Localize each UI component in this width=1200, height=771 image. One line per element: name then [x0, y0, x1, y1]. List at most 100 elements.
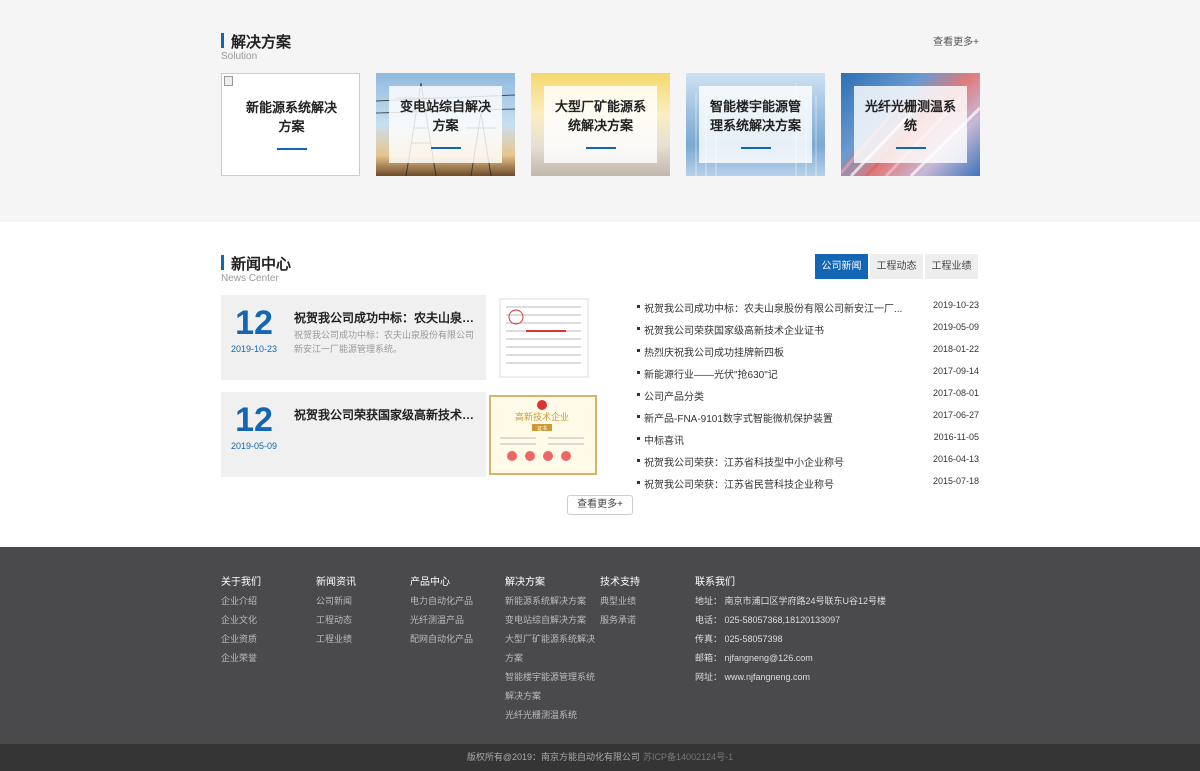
footer-link[interactable]: 智能楼宇能源管理系统 [505, 668, 595, 687]
footer-link[interactable]: 配网自动化产品 [410, 630, 473, 649]
footer-col-support: 技术支持 典型业绩 服务承诺 [600, 573, 640, 630]
footer-link[interactable]: 企业介绍 [221, 592, 261, 611]
footer-link[interactable]: 企业荣誉 [221, 649, 261, 668]
list-item-title[interactable]: 公司产品分类 [644, 388, 906, 403]
card-underline [896, 147, 926, 149]
list-item-title[interactable]: 祝贺我公司成功中标：农夫山泉股份有限公司新安江一厂... [644, 300, 906, 315]
bullet [637, 481, 640, 484]
tab-project-updates[interactable]: 工程动态 [870, 254, 923, 279]
featured-document-image[interactable] [486, 295, 598, 380]
list-item[interactable]: 新产品-FNA-9101数字式智能微机保护装置 2017-06-27 [637, 408, 979, 426]
contact-address: 地址： 南京市浦口区学府路24号联东U谷12号楼 [695, 596, 887, 606]
list-item[interactable]: 中标喜讯 2016-11-05 [637, 430, 979, 448]
list-item[interactable]: 公司产品分类 2017-08-01 [637, 386, 979, 404]
card-title: 新能源系统解决 方案 [245, 100, 337, 134]
copyright-bar: 版权所有@2019：南京方能自动化有限公司 苏ICP备14002124号-1 [0, 744, 1200, 771]
icp-link[interactable]: 苏ICP备14002124号-1 [643, 752, 733, 762]
footer-link[interactable]: 企业文化 [221, 611, 261, 630]
list-item-title[interactable]: 祝贺我公司荣获：江苏省民营科技企业称号 [644, 476, 906, 491]
broken-image-icon [224, 76, 233, 86]
list-item-title[interactable]: 祝贺我公司荣获：江苏省科技型中小企业称号 [644, 454, 906, 469]
footer-col-products: 产品中心 电力自动化产品 光纤测温产品 配网自动化产品 [410, 573, 473, 649]
list-item[interactable]: 新能源行业——光伏"抢630"记 2017-09-14 [637, 364, 979, 382]
news-section: 新闻中心 News Center 公司新闻 工程动态 工程业绩 12 2019-… [0, 222, 1200, 547]
featured-day: 12 [235, 401, 273, 439]
solutions-more-link[interactable]: 查看更多+ [933, 33, 979, 48]
footer-col-contact: 联系我们 地址： 南京市浦口区学府路24号联东U谷12号楼 电话： 025-58… [695, 573, 886, 687]
featured-news-item[interactable]: 12 2019-05-09 祝贺我公司荣获国家级高新技术企... [221, 392, 486, 477]
news-subtitle: News Center [221, 273, 279, 284]
solution-card-substation[interactable]: 变电站综自解决 方案 [376, 73, 515, 176]
featured-title[interactable]: 祝贺我公司荣获国家级高新技术企... [294, 406, 480, 423]
solution-card-new-energy[interactable]: 新能源系统解决 方案 [221, 73, 360, 176]
solution-card-factory[interactable]: 大型厂矿能源系 统解决方案 [531, 73, 670, 176]
tab-project-performance[interactable]: 工程业绩 [925, 254, 978, 279]
footer-col-about: 关于我们 企业介绍 企业文化 企业资质 企业荣誉 [221, 573, 261, 668]
contact-website[interactable]: 网址： www.njfangneng.com [695, 668, 886, 687]
contact-email[interactable]: 邮箱： njfangneng@126.com [695, 649, 886, 668]
list-item-title[interactable]: 新能源行业——光伏"抢630"记 [644, 366, 906, 381]
list-item[interactable]: 祝贺我公司荣获：江苏省民营科技企业称号 2015-07-18 [637, 474, 979, 492]
featured-desc: 祝贺我公司成功中标：农夫山泉股份有限公司新安江一厂能源管理系统。 [294, 330, 475, 354]
featured-news-item[interactable]: 12 2019-10-23 祝贺我公司成功中标：农夫山泉股... 祝贺我公司成功… [221, 295, 486, 380]
solutions-section: 解决方案 Solution 查看更多+ 新能源系统解决 方案 变电站综自解决 方案 [0, 0, 1200, 222]
footer-link[interactable]: 变电站综自解决方案 [505, 611, 595, 630]
card-underline [586, 147, 616, 149]
card-overlay: 光纤光栅测温系统 [854, 86, 967, 163]
footer-col-heading[interactable]: 产品中心 [410, 573, 473, 588]
list-item[interactable]: 祝贺我公司成功中标：农夫山泉股份有限公司新安江一厂... 2019-10-23 [637, 298, 979, 316]
footer-link[interactable]: 大型厂矿能源系统解决 [505, 630, 595, 649]
footer-col-heading[interactable]: 技术支持 [600, 573, 640, 588]
list-item-title[interactable]: 新产品-FNA-9101数字式智能微机保护装置 [644, 410, 906, 425]
footer-link[interactable]: 方案 [505, 649, 595, 668]
solutions-title: 解决方案 [231, 34, 292, 51]
footer-col-heading[interactable]: 新闻资讯 [316, 573, 356, 588]
solution-card-building[interactable]: 智能楼宇能源管 理系统解决方案 [686, 73, 825, 176]
certificate-thumbnail: 高新技术企业 证书 [489, 395, 597, 475]
card-underline [277, 148, 307, 150]
footer-link[interactable]: 光纤光栅测温系统 [505, 706, 595, 725]
list-item-date: 2017-09-14 [932, 366, 979, 376]
solution-card-fiber[interactable]: 光纤光栅测温系统 [841, 73, 980, 176]
list-item-date: 2016-04-13 [932, 454, 979, 464]
featured-title[interactable]: 祝贺我公司成功中标：农夫山泉股... [294, 309, 480, 326]
footer-link[interactable]: 工程动态 [316, 611, 356, 630]
list-item-title[interactable]: 祝贺我公司荣获国家级高新技术企业证书 [644, 322, 906, 337]
card-overlay: 新能源系统解决 方案 [235, 87, 348, 164]
footer-link[interactable]: 企业资质 [221, 630, 261, 649]
list-item[interactable]: 祝贺我公司荣获：江苏省科技型中小企业称号 2016-04-13 [637, 452, 979, 470]
footer-link[interactable]: 电力自动化产品 [410, 592, 473, 611]
card-overlay: 变电站综自解决 方案 [389, 86, 502, 163]
card-title: 光纤光栅测温系统 [864, 99, 956, 133]
list-item-date: 2019-05-09 [932, 322, 979, 332]
footer-col-heading[interactable]: 关于我们 [221, 573, 261, 588]
list-item[interactable]: 热烈庆祝我公司成功挂牌新四板 2018-01-22 [637, 342, 979, 360]
footer-link[interactable]: 服务承诺 [600, 611, 640, 630]
title-accent-bar [221, 33, 224, 48]
bullet [637, 437, 640, 440]
bullet [637, 371, 640, 374]
footer-link[interactable]: 工程业绩 [316, 630, 356, 649]
list-item-date: 2018-01-22 [932, 344, 979, 354]
card-underline [741, 147, 771, 149]
tab-company-news[interactable]: 公司新闻 [815, 254, 868, 279]
footer-link[interactable]: 典型业绩 [600, 592, 640, 611]
footer-link[interactable]: 光纤测温产品 [410, 611, 473, 630]
list-item[interactable]: 祝贺我公司荣获国家级高新技术企业证书 2019-05-09 [637, 320, 979, 338]
card-title: 智能楼宇能源管 理系统解决方案 [709, 99, 801, 133]
footer-link[interactable]: 新能源系统解决方案 [505, 592, 595, 611]
bullet [637, 305, 640, 308]
news-more-button[interactable]: 查看更多+ [567, 495, 633, 515]
list-item-title[interactable]: 热烈庆祝我公司成功挂牌新四板 [644, 344, 906, 359]
list-item-title[interactable]: 中标喜讯 [644, 432, 906, 447]
card-underline [431, 147, 461, 149]
footer-link[interactable]: 公司新闻 [316, 592, 356, 611]
footer-col-heading: 联系我们 [695, 577, 735, 588]
footer-col-heading[interactable]: 解决方案 [505, 573, 595, 588]
news-title: 新闻中心 [231, 256, 292, 273]
footer-link[interactable]: 解决方案 [505, 687, 595, 706]
featured-certificate-image[interactable]: 高新技术企业 证书 [486, 392, 598, 477]
document-thumbnail [499, 298, 589, 378]
list-item-date: 2019-10-23 [932, 300, 979, 310]
list-item-date: 2016-11-05 [933, 432, 979, 442]
